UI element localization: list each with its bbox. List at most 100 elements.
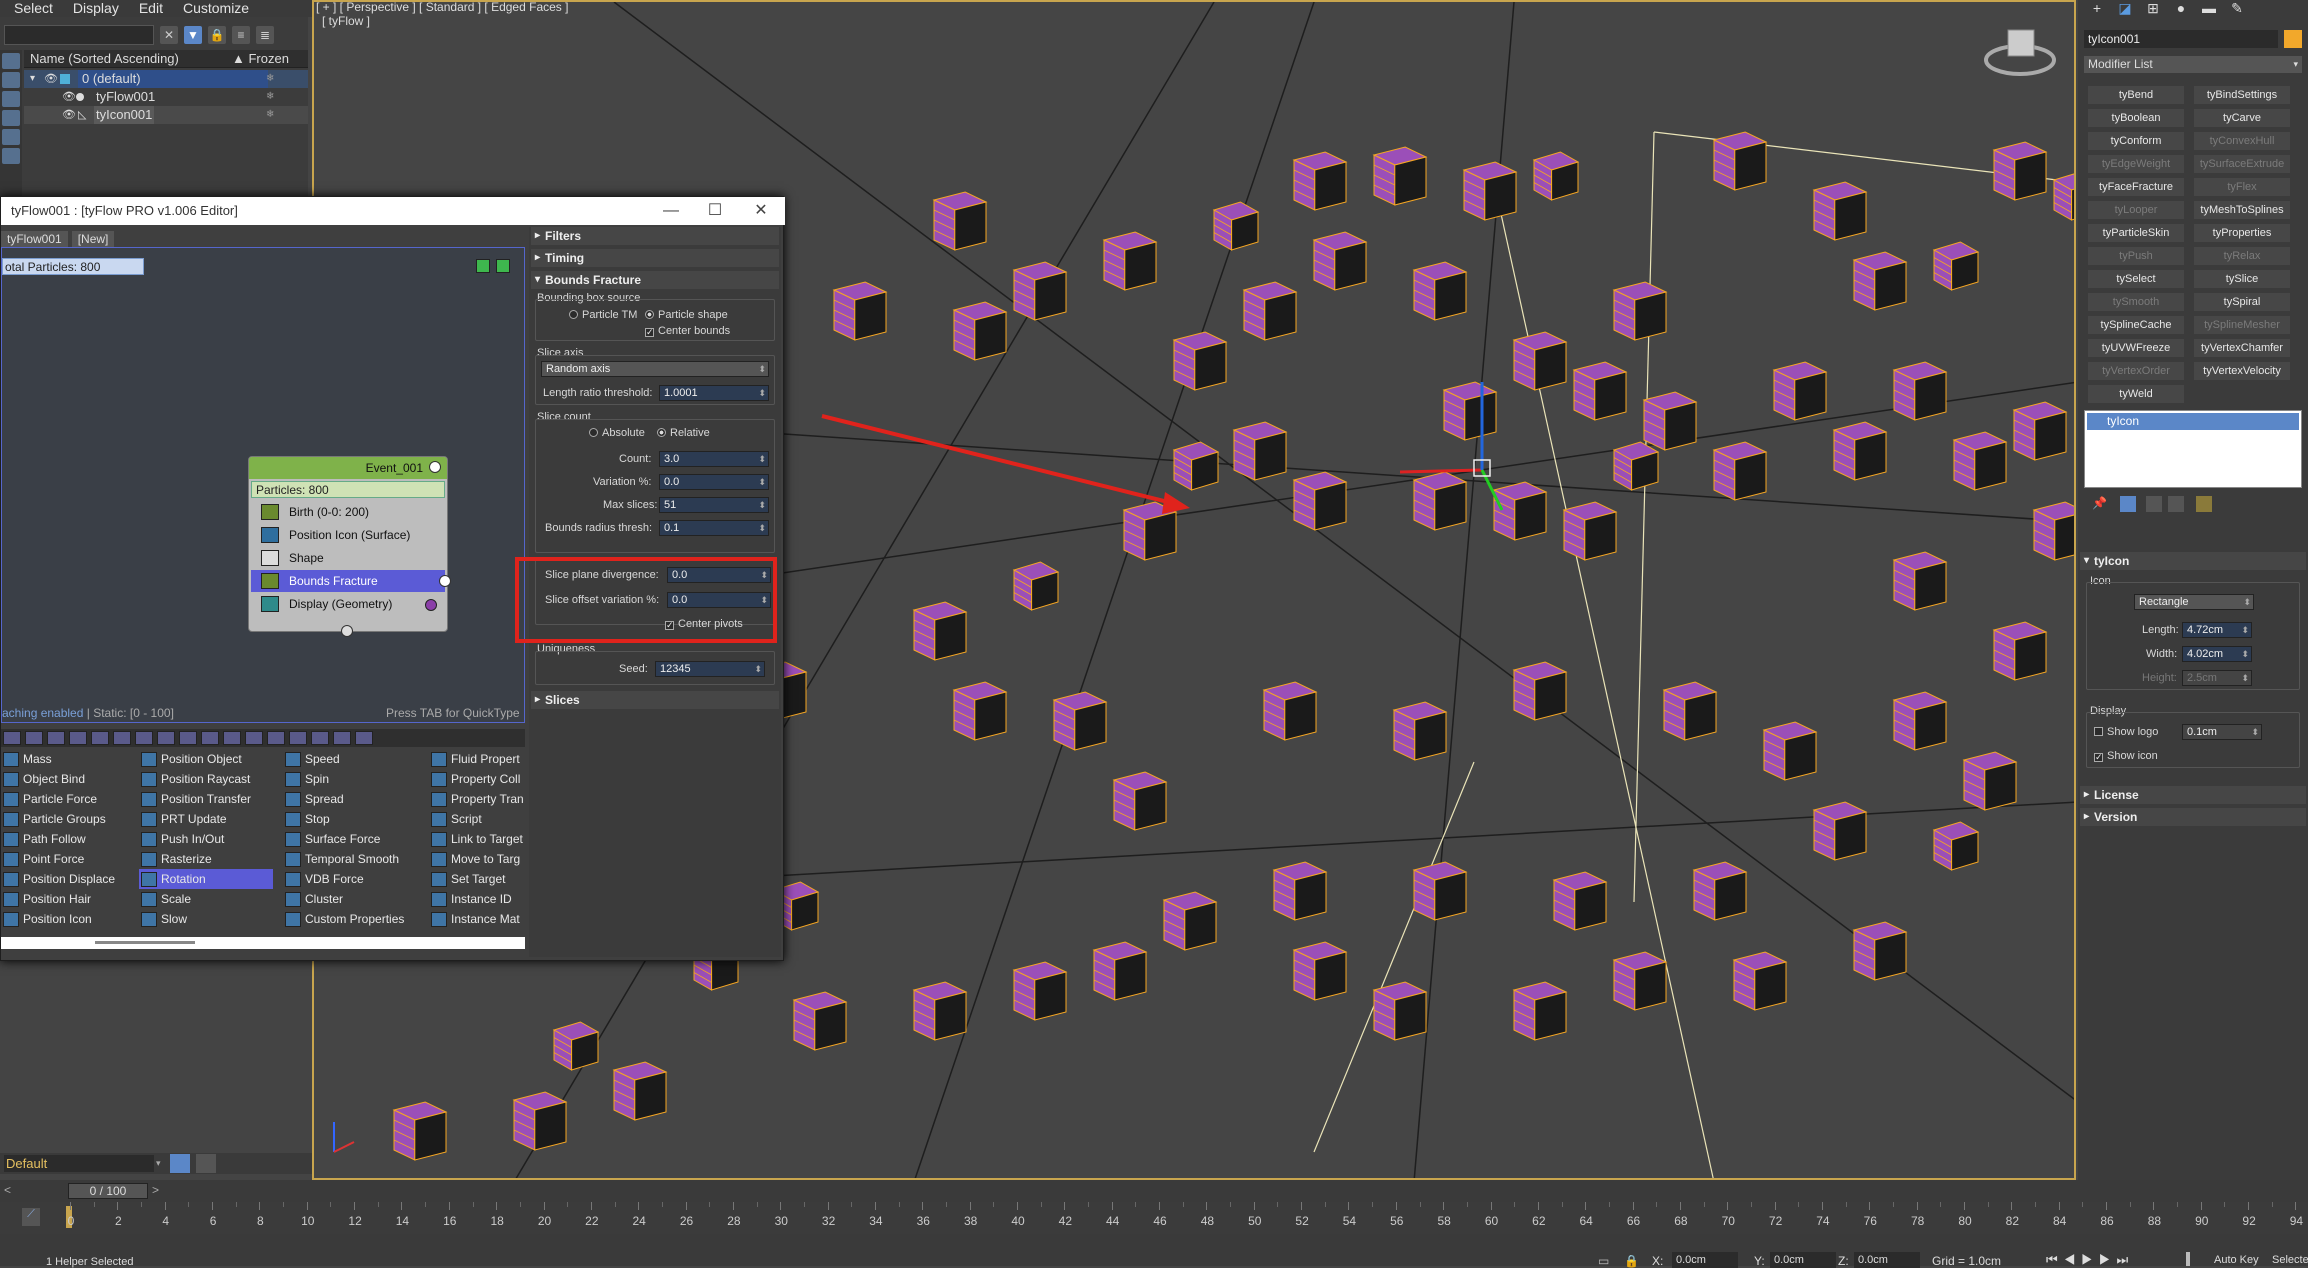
palette-item[interactable]: Cluster (283, 889, 423, 909)
modifier-button[interactable]: tySplineCache (2088, 316, 2184, 334)
freeze-icon[interactable]: ❄ (266, 70, 274, 88)
operator-display[interactable]: Display (Geometry) (251, 593, 445, 615)
filter-icon[interactable] (179, 731, 197, 745)
filter-icon[interactable] (245, 731, 263, 745)
palette-item[interactable]: Property Coll (429, 769, 525, 789)
palette-item[interactable]: Speed (283, 749, 423, 769)
check-icon[interactable] (2094, 727, 2103, 736)
fractured-box[interactable] (1232, 421, 1288, 481)
modifier-button[interactable]: tyLooper (2088, 201, 2184, 219)
palette-item[interactable]: Spin (283, 769, 423, 789)
fractured-box[interactable] (1512, 661, 1568, 721)
clear-icon[interactable]: ✕ (160, 26, 178, 44)
fractured-box[interactable] (1292, 941, 1348, 1001)
lock-icon[interactable]: 🔒 (208, 26, 226, 44)
auto-key-button[interactable]: Auto Key (2214, 1254, 2259, 1266)
fractured-box[interactable] (1962, 751, 2018, 811)
modifier-button[interactable]: tyWeld (2088, 385, 2184, 403)
fractured-box[interactable] (1292, 151, 1348, 211)
key-mode-icon[interactable] (2186, 1252, 2190, 1266)
viewport-label[interactable]: [ + ] [ Perspective ] [ Standard ] [ Edg… (316, 0, 568, 14)
operator-shape[interactable]: Shape (251, 547, 445, 569)
modifier-button[interactable]: tyFlex (2194, 178, 2290, 196)
maximize-icon[interactable]: ☐ (695, 197, 735, 225)
palette-item[interactable]: Position Icon (1, 909, 131, 929)
palette-item[interactable]: Property Tran (429, 789, 525, 809)
filter-icon[interactable] (135, 731, 153, 745)
fractured-box[interactable] (612, 1061, 668, 1121)
filter-icon[interactable] (3, 731, 21, 745)
palette-item[interactable]: Custom Properties (283, 909, 423, 929)
fractured-box[interactable] (1012, 961, 1068, 1021)
palette-item-selected[interactable]: Rotation (139, 869, 273, 889)
fractured-box[interactable] (1772, 361, 1828, 421)
radio-icon[interactable] (589, 428, 598, 437)
modifier-button[interactable]: tyVertexVelocity (2194, 362, 2290, 380)
fractured-box[interactable] (1372, 981, 1428, 1041)
modifier-button[interactable]: tyVertexOrder (2088, 362, 2184, 380)
show-icon-checkbox[interactable]: ✓ Show icon (2094, 750, 2158, 762)
filter-icon[interactable] (91, 731, 109, 745)
slice-axis-dropdown[interactable]: Random axis (541, 361, 769, 377)
absolute-radio[interactable]: Absolute (589, 427, 645, 439)
fractured-box[interactable] (1392, 701, 1448, 761)
version-rollout[interactable]: Version (2080, 808, 2306, 826)
fractured-box[interactable] (1532, 151, 1580, 201)
palette-scrollbar[interactable] (1, 937, 525, 949)
palette-item[interactable]: Stop (283, 809, 423, 829)
palette-item[interactable]: Instance Mat (429, 909, 525, 929)
display-spacewarps-icon[interactable] (2, 148, 20, 164)
palette-item[interactable]: VDB Force (283, 869, 423, 889)
modifier-button[interactable]: tyFaceFracture (2088, 178, 2184, 196)
fractured-box[interactable] (1892, 551, 1948, 611)
seed-spinner[interactable]: 12345 (655, 661, 765, 677)
operator-output-icon[interactable] (439, 575, 451, 587)
fractured-box[interactable] (832, 281, 888, 341)
fractured-box[interactable] (1762, 721, 1818, 781)
explorer-row-tyicon[interactable]: 👁 ◺ tyIcon001 ❄ (24, 106, 308, 124)
eye-icon[interactable]: 👁 (44, 70, 58, 88)
palette-item[interactable]: Link to Target (429, 829, 525, 849)
palette-item[interactable]: Push In/Out (139, 829, 273, 849)
fractured-box[interactable] (1412, 471, 1468, 531)
palette-item[interactable]: Temporal Smooth (283, 849, 423, 869)
display-helpers-icon[interactable] (2, 129, 20, 145)
length-spinner[interactable]: 4.72cm (2182, 622, 2252, 638)
tab-tyflow001[interactable]: tyFlow001 (1, 231, 68, 247)
fractured-box[interactable] (1172, 331, 1228, 391)
eye-icon[interactable]: 👁 (62, 106, 76, 124)
fractured-box[interactable] (512, 1091, 568, 1151)
bounds-radius-spinner[interactable]: 0.1 (659, 520, 769, 536)
frame-indicator[interactable]: 0 / 100 (68, 1183, 148, 1199)
fractured-box[interactable] (1112, 771, 1168, 831)
palette-item[interactable]: Spread (283, 789, 423, 809)
freeze-icon[interactable]: ❄ (266, 88, 274, 106)
layer-stack-icon[interactable] (170, 1154, 190, 1173)
filter-icon[interactable] (311, 731, 329, 745)
fractured-box[interactable] (1732, 951, 1788, 1011)
radio-icon[interactable] (645, 310, 654, 319)
palette-item[interactable]: Particle Force (1, 789, 131, 809)
menu-display[interactable]: Display (73, 0, 119, 17)
status-green-icon[interactable] (476, 259, 490, 273)
check-icon[interactable]: ✓ (645, 328, 654, 337)
section-bounds-fracture[interactable]: Bounds Fracture (531, 271, 779, 289)
modifier-button[interactable]: tyBend (2088, 86, 2184, 104)
fractured-box[interactable] (1662, 681, 1718, 741)
section-timing[interactable]: Timing (531, 249, 779, 267)
palette-item[interactable]: Object Bind (1, 769, 131, 789)
remove-modifier-icon[interactable] (2168, 496, 2184, 512)
object-color-swatch[interactable] (2284, 30, 2302, 48)
radio-icon[interactable] (657, 428, 666, 437)
modifier-button[interactable]: tySelect (2088, 270, 2184, 288)
palette-item[interactable]: Scale (139, 889, 273, 909)
modify-tab-icon[interactable]: ◪ (2114, 0, 2136, 18)
selected-button[interactable]: Selecte (2272, 1254, 2308, 1266)
column-frozen[interactable]: ▲ Frozen (232, 50, 289, 68)
fractured-box[interactable] (1492, 481, 1548, 541)
fractured-box[interactable] (1932, 241, 1980, 291)
fractured-box[interactable] (1712, 441, 1768, 501)
fractured-box[interactable] (952, 301, 1008, 361)
palette-item[interactable]: Position Hair (1, 889, 131, 909)
stack-item[interactable]: tyIcon (2087, 413, 2299, 430)
